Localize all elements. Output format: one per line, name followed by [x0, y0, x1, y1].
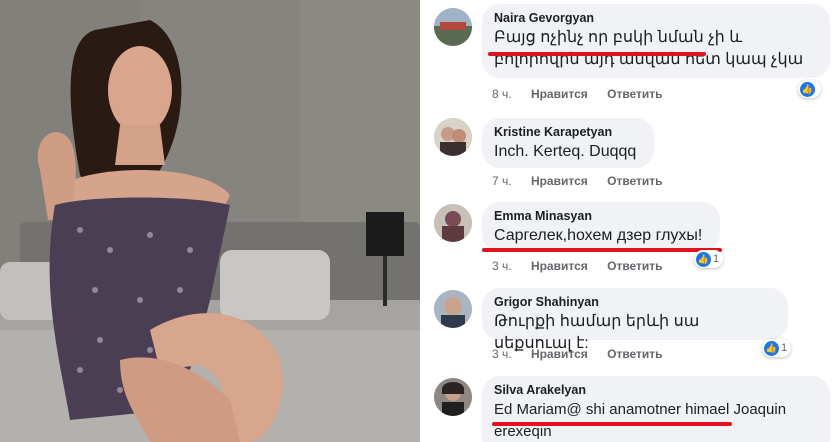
like-button[interactable]: Нравится [531, 87, 588, 101]
comment-author[interactable]: Kristine Karapetyan [494, 124, 642, 141]
user-avatar-icon [434, 204, 472, 242]
comment-text: Inch. Kerteq. Duqqq [494, 143, 637, 160]
user-avatar-icon [434, 118, 472, 156]
comment-bubble: Silva Arakelyan Ed Mariam@ shi anamotner… [482, 376, 830, 442]
comment-text: Բայց ոչինչ որ բսկի նման չի և բոլորովին ա… [494, 29, 804, 68]
avatar[interactable] [434, 118, 472, 156]
comment-author[interactable]: Silva Arakelyan [494, 382, 818, 399]
like-reaction-icon: 👍 [696, 251, 711, 267]
comment-author[interactable]: Emma Minasyan [494, 208, 708, 225]
highlight-underline [492, 422, 732, 426]
reaction-count: 1 [713, 253, 720, 265]
reaction-count: 1 [781, 342, 788, 354]
like-button[interactable]: Нравится [531, 347, 588, 361]
like-button[interactable]: Нравится [531, 174, 588, 188]
reaction-badge[interactable]: 👍 1 [694, 250, 724, 268]
comments-panel: Naira Gevorgyan Բայց ոչինչ որ բսկի նման … [426, 0, 840, 442]
reply-button[interactable]: Ответить [607, 87, 662, 101]
avatar[interactable] [434, 8, 472, 46]
comment-bubble: Emma Minasyan Саргелек,hохем дзер глухы! [482, 202, 720, 252]
photo-of-woman-on-bed-icon [0, 0, 420, 442]
photo-panel [0, 0, 420, 442]
comment-author[interactable]: Naira Gevorgyan [494, 10, 818, 27]
avatar[interactable] [434, 290, 472, 328]
comment-bubble: Kristine Karapetyan Inch. Kerteq. Duqqq [482, 118, 654, 168]
reply-button[interactable]: Ответить [607, 174, 662, 188]
reaction-badge[interactable]: 👍 1 [762, 339, 792, 357]
comment-text: Ed Mariam@ shi anamotner himael Joaquin … [494, 401, 787, 440]
comment-meta: 8 ч. Нравится Ответить [492, 87, 679, 101]
user-avatar-icon [434, 378, 472, 416]
comment-time[interactable]: 3 ч. [492, 347, 512, 361]
comment-time[interactable]: 8 ч. [492, 87, 512, 101]
comment-bubble: Grigor Shahinyan Թուրքի համար երևի սա սե… [482, 288, 788, 352]
avatar[interactable] [434, 378, 472, 416]
comment-meta: 3 ч. Нравится Ответить [492, 259, 679, 273]
comment-time[interactable]: 7 ч. [492, 174, 512, 188]
like-button[interactable]: Нравится [531, 259, 588, 273]
reaction-badge[interactable]: 👍 [798, 80, 821, 98]
user-avatar-icon [434, 8, 472, 46]
comment-time[interactable]: 3 ч. [492, 259, 512, 273]
like-reaction-icon: 👍 [800, 81, 815, 97]
comment-text: Саргелек,hохем дзер глухы! [494, 227, 703, 244]
user-avatar-icon [434, 290, 472, 328]
comment-author[interactable]: Grigor Shahinyan [494, 294, 776, 311]
comment-bubble: Naira Gevorgyan Բայց ոչինչ որ բսկի նման … [482, 4, 830, 78]
highlight-underline [482, 248, 722, 252]
reply-button[interactable]: Ответить [607, 259, 662, 273]
comment-meta: 7 ч. Нравится Ответить [492, 174, 679, 188]
avatar[interactable] [434, 204, 472, 242]
reply-button[interactable]: Ответить [607, 347, 662, 361]
highlight-underline [488, 52, 706, 56]
like-reaction-icon: 👍 [764, 340, 779, 356]
comment-meta: 3 ч. Нравится Ответить [492, 347, 679, 361]
